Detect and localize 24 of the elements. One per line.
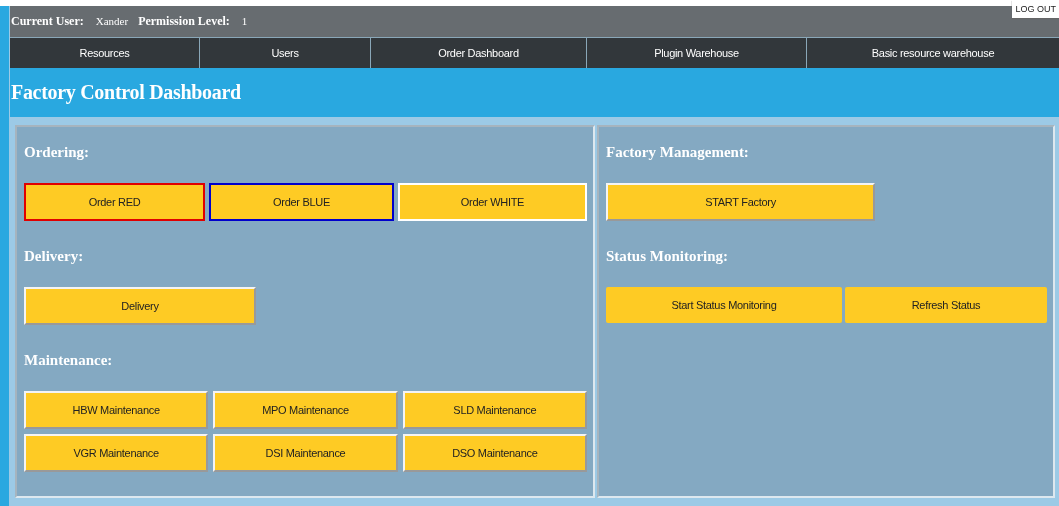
action-button[interactable]: DSO Maintenance — [402, 434, 587, 472]
action-button[interactable]: Start Status Monitoring — [606, 287, 842, 323]
page-title: Factory Control Dashboard — [11, 81, 241, 104]
action-button[interactable]: START Factory — [606, 183, 875, 221]
action-button[interactable]: MPO Maintenance — [213, 391, 398, 429]
logout-button[interactable]: LOG OUT — [1012, 0, 1059, 18]
section-heading: Status Monitoring: — [606, 248, 730, 265]
action-button[interactable]: Delivery — [24, 287, 256, 325]
section-heading: Delivery: — [24, 248, 85, 265]
action-button[interactable]: DSI Maintenance — [213, 434, 398, 472]
section-heading: Factory Management: — [606, 144, 750, 161]
user-name: Xander — [95, 15, 129, 28]
permission-level-value: 1 — [241, 15, 248, 28]
current-user-label: Current User: — [11, 13, 84, 29]
action-button[interactable]: Refresh Status — [845, 287, 1047, 323]
order-button[interactable]: Order BLUE — [209, 183, 394, 221]
section-heading: Maintenance: — [24, 352, 114, 369]
section-heading: Ordering: — [24, 144, 90, 161]
action-button[interactable]: VGR Maintenance — [24, 434, 209, 472]
order-button[interactable]: Order WHITE — [398, 183, 587, 221]
order-button[interactable]: Order RED — [24, 183, 205, 221]
action-button[interactable]: SLD Maintenance — [402, 391, 587, 429]
action-button[interactable]: HBW Maintenance — [24, 391, 209, 429]
permission-level-label: Permission Level: — [138, 13, 230, 29]
